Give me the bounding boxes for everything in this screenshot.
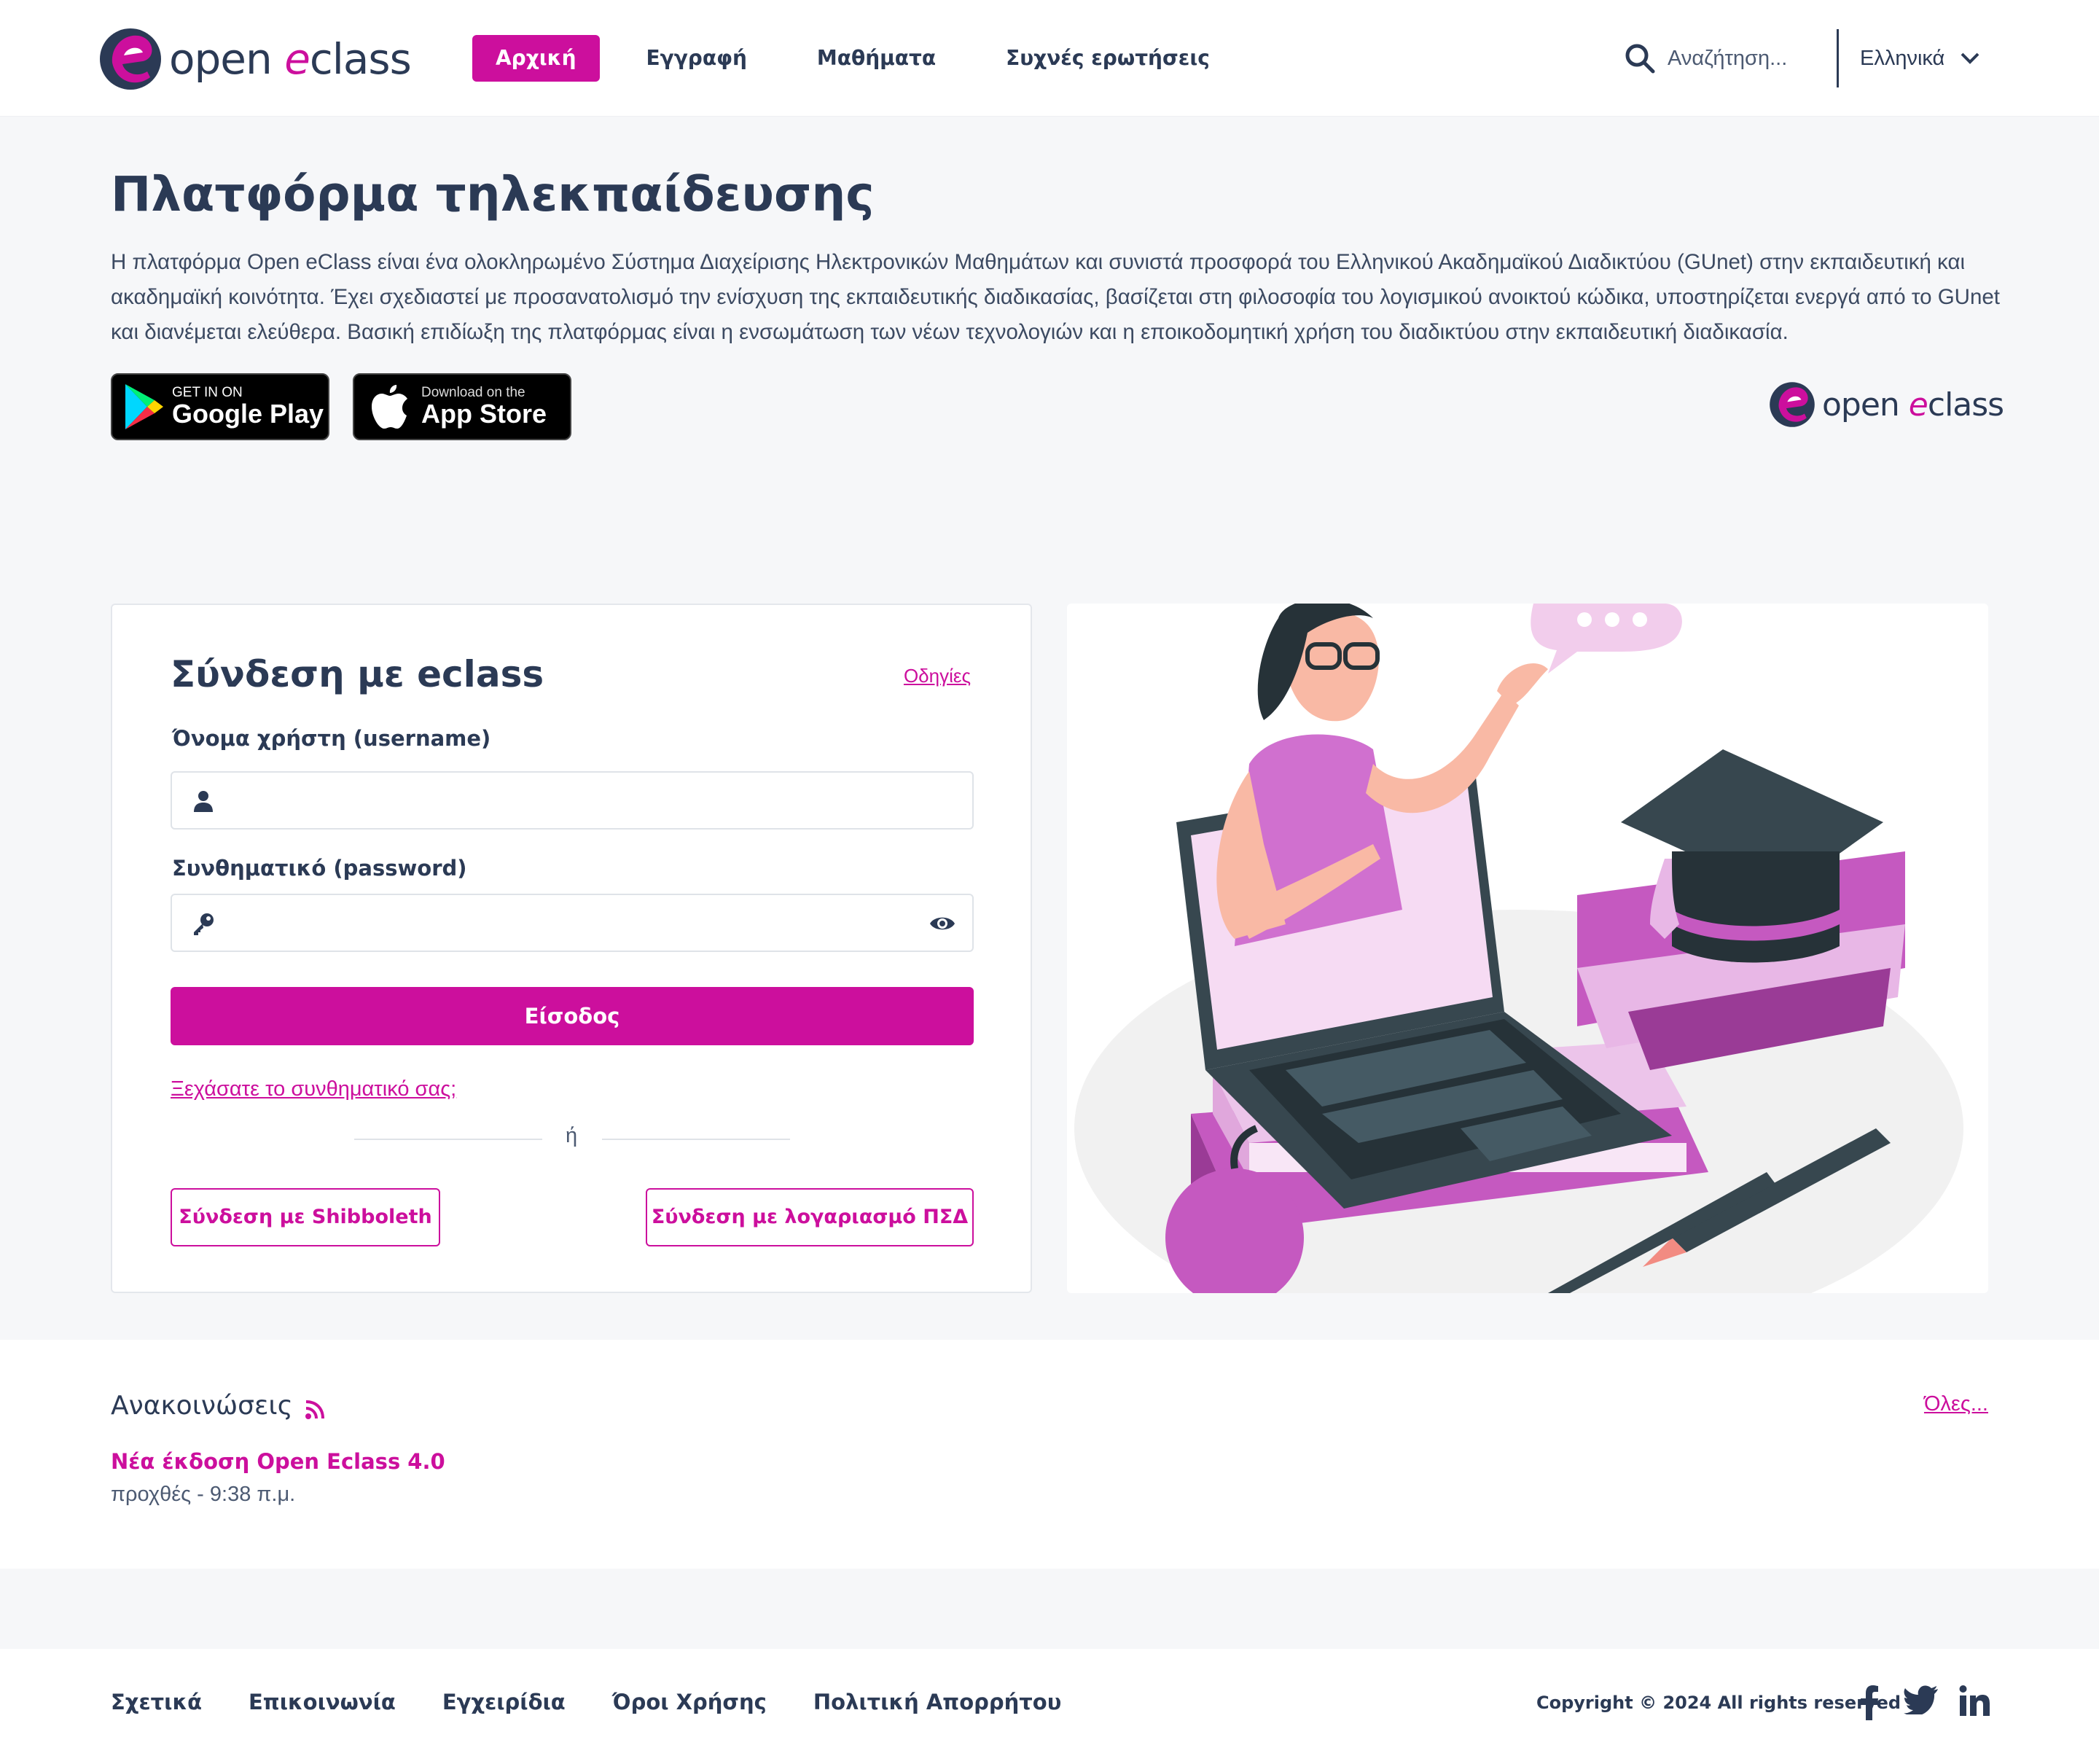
page-title: Πλατφόρμα τηλεκπαίδευσης <box>111 166 875 222</box>
footer-link-terms[interactable]: Όροι Χρήσης <box>612 1690 767 1714</box>
top-header: open eclass Αρχική Εγγραφή Μαθήματα Συχν… <box>0 0 2099 117</box>
divider-left <box>354 1139 542 1140</box>
eclass-logo[interactable]: open eclass <box>98 26 412 92</box>
footer-link-contact[interactable]: Επικοινωνία <box>249 1690 396 1714</box>
app-store-badge[interactable]: Download on the App Store <box>353 373 571 440</box>
username-label: Όνομα χρήστη (username) <box>172 726 491 751</box>
google-play-big: Google Play <box>172 399 324 429</box>
all-announcements-link[interactable]: Όλες... <box>1924 1392 1988 1416</box>
instructions-link[interactable]: Οδηγίες <box>904 665 971 687</box>
key-icon <box>194 913 214 935</box>
eclass-logo-icon <box>100 28 161 90</box>
google-play-icon <box>125 384 163 429</box>
announcement-title[interactable]: Νέα έκδοση Open Eclass 4.0 <box>111 1449 445 1474</box>
or-separator: ή <box>566 1124 578 1147</box>
user-icon <box>194 791 213 812</box>
logo-text-open: open <box>169 34 285 84</box>
facebook-icon[interactable] <box>1860 1685 1879 1720</box>
apple-icon <box>372 385 407 429</box>
footer-link-manuals[interactable]: Εγχειρίδια <box>442 1690 566 1714</box>
logo-text-e: e <box>1908 386 1928 424</box>
app-store-big: App Store <box>421 399 547 429</box>
announcement-date: προχθές - 9:38 π.μ. <box>111 1483 296 1506</box>
copyright-text: Copyright © 2024 All rights reserved <box>1536 1693 1901 1713</box>
nav-faq[interactable]: Συχνές ερωτήσεις <box>982 35 1233 82</box>
rss-icon[interactable] <box>305 1400 325 1420</box>
google-play-small: GET IN ON <box>172 385 243 400</box>
nav-home[interactable]: Αρχική <box>472 35 600 82</box>
search-icon[interactable] <box>1624 42 1656 74</box>
page-footer: Σχετικά Επικοινωνία Εγχειρίδια Όροι Χρήσ… <box>0 1649 2099 1764</box>
logo-text-open: open <box>1822 386 1909 424</box>
logo-text-e: e <box>284 34 310 84</box>
footer-link-privacy[interactable]: Πολιτική Απορρήτου <box>813 1690 1061 1714</box>
announcements-title: Ανακοινώσεις <box>111 1391 293 1421</box>
chevron-down-icon[interactable] <box>1961 52 1979 64</box>
footer-link-about[interactable]: Σχετικά <box>111 1690 202 1714</box>
psd-login-button[interactable]: Σύνδεση με λογαριασμό ΠΣΔ <box>646 1188 974 1246</box>
app-store-small: Download on the <box>421 385 525 400</box>
search-placeholder[interactable]: Αναζήτηση... <box>1668 47 1787 71</box>
language-label[interactable]: Ελληνικά <box>1860 47 1944 71</box>
username-field[interactable] <box>171 771 974 830</box>
login-submit-button[interactable]: Είσοδος <box>171 987 974 1045</box>
header-divider <box>1837 29 1839 87</box>
shibboleth-login-button[interactable]: Σύνδεση με Shibboleth <box>171 1188 440 1246</box>
nav-courses[interactable]: Μαθήματα <box>794 35 959 82</box>
eclass-logo-icon <box>1770 382 1815 427</box>
linkedin-icon[interactable] <box>1959 1685 1990 1716</box>
language-selector[interactable]: Ελληνικά <box>1860 38 1979 79</box>
show-password-icon[interactable] <box>929 913 956 934</box>
nav-register[interactable]: Εγγραφή <box>623 35 770 82</box>
elearning-illustration <box>1067 604 1988 1293</box>
divider-right <box>602 1139 790 1140</box>
twitter-icon[interactable] <box>1904 1685 1939 1714</box>
search-box[interactable]: Αναζήτηση... <box>1624 38 1787 79</box>
footer-links: Σχετικά Επικοινωνία Εγχειρίδια Όροι Χρήσ… <box>111 1690 1108 1714</box>
login-title: Σύνδεση με eclass <box>171 653 544 695</box>
main-nav: Αρχική Εγγραφή Μαθήματα Συχνές ερωτήσεις <box>472 35 1256 82</box>
logo-text-class: class <box>309 34 412 84</box>
platform-description: Η πλατφόρμα Open eClass είναι ένα ολοκλη… <box>111 250 2000 344</box>
password-field[interactable] <box>171 894 974 952</box>
teacher-laptop-illustration <box>1074 604 1963 1293</box>
announcements-section: Ανακοινώσεις Όλες... Νέα έκδοση Open Ecl… <box>0 1340 2099 1569</box>
password-label: Συνθηματικό (password) <box>172 856 467 881</box>
forgot-password-link[interactable]: Ξεχάσατε το συνθηματικό σας; <box>171 1077 456 1101</box>
google-play-badge[interactable]: GET IN ON Google Play <box>111 373 329 440</box>
logo-text-class: class <box>1927 386 2004 424</box>
eclass-logo-secondary: open eclass <box>1768 380 2004 429</box>
login-card: Σύνδεση με eclass Οδηγίες Όνομα χρήστη (… <box>111 604 1032 1293</box>
